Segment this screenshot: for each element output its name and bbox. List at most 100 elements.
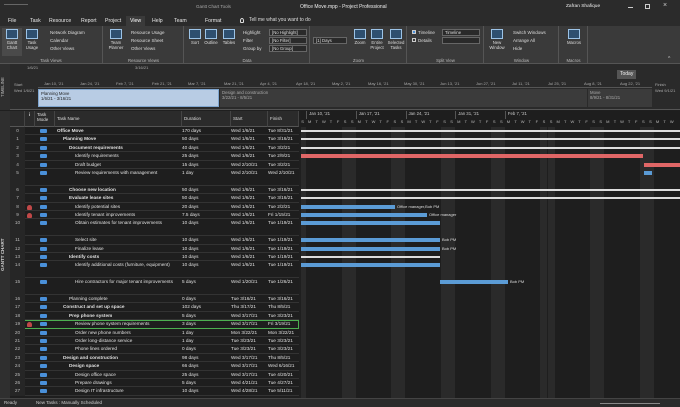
summary-bar[interactable]: [301, 256, 440, 258]
duration-column-header[interactable]: Duration: [182, 111, 231, 127]
task-usage-button[interactable]: Task Usage: [22, 28, 42, 56]
info-cell[interactable]: [25, 303, 35, 311]
info-cell[interactable]: [25, 127, 35, 135]
switch-windows-button[interactable]: Switch Windows: [513, 29, 546, 36]
task-name-cell[interactable]: Planning Move: [55, 135, 181, 143]
finish-cell[interactable]: Tue 1/26/21: [268, 278, 299, 295]
task-mode-cell[interactable]: [35, 186, 54, 194]
duration-cell[interactable]: 1 day: [182, 337, 230, 345]
table-row[interactable]: 16 Planning complete 0 days Tue 3/16/21 Tue …: [10, 295, 299, 304]
table-row[interactable]: 20 Order new phone numbers 1 day Mon 3/22/2…: [10, 328, 299, 337]
task-name-cell[interactable]: Identify costs: [55, 253, 181, 261]
duration-cell[interactable]: 102 days: [182, 303, 230, 311]
table-row[interactable]: 25 Design office space 25 days Wed 3/17/21 T…: [10, 370, 299, 379]
task-mode-cell[interactable]: [35, 144, 54, 152]
info-cell[interactable]: [25, 152, 35, 160]
duration-cell[interactable]: 170 days: [182, 127, 230, 135]
task-name-cell[interactable]: Design and construction: [55, 354, 181, 362]
group-by-button[interactable]: Group by: [243, 45, 262, 52]
row-number[interactable]: 17: [10, 303, 25, 312]
outline-button[interactable]: Outline: [201, 28, 221, 56]
info-cell[interactable]: [25, 345, 35, 353]
table-row[interactable]: 24 Design space 66 days Wed 3/17/21 Wed 6/16…: [10, 362, 299, 371]
start-cell[interactable]: Wed 2/10/21: [231, 169, 267, 186]
task-mode-cell[interactable]: [35, 337, 54, 345]
task-mode-cell[interactable]: [35, 320, 54, 328]
duration-cell[interactable]: 25 days: [182, 152, 230, 160]
table-row[interactable]: 13 Identify costs 10 days Wed 1/6/21 Tue 1/1…: [10, 253, 299, 262]
start-cell[interactable]: Wed 3/17/21: [231, 371, 267, 379]
task-mode-cell[interactable]: [35, 135, 54, 143]
task-name-column-header[interactable]: Task Name: [55, 111, 182, 127]
gantt-chart-button[interactable]: Gantt Chart: [2, 28, 22, 56]
duration-cell[interactable]: 20 days: [182, 203, 230, 211]
info-cell[interactable]: [25, 245, 35, 253]
finish-cell[interactable]: Wed 2/10/21: [268, 169, 299, 186]
duration-cell[interactable]: 50 days: [182, 194, 230, 202]
task-mode-cell[interactable]: [35, 169, 54, 186]
table-row[interactable]: 18 Prep phone system 5 days Wed 3/17/21 Tue …: [10, 311, 299, 321]
task-mode-cell[interactable]: [35, 211, 54, 219]
task-bar[interactable]: [440, 280, 508, 285]
table-row[interactable]: 27 Design IT infrastructure 10 days Wed 4/2…: [10, 387, 299, 396]
start-cell[interactable]: Wed 1/6/21: [231, 194, 267, 202]
start-column-header[interactable]: Start: [231, 111, 268, 127]
info-cell[interactable]: [25, 135, 35, 143]
task-bar[interactable]: [301, 213, 427, 217]
duration-cell[interactable]: 5 days: [182, 312, 230, 320]
duration-cell[interactable]: 10 days: [182, 387, 230, 395]
task-mode-cell[interactable]: [35, 354, 54, 362]
duration-cell[interactable]: 50 days: [182, 135, 230, 143]
tell-me-search[interactable]: Tell me what you want to do: [249, 17, 311, 23]
start-cell[interactable]: Wed 1/6/21: [231, 219, 267, 236]
task-mode-cell[interactable]: [35, 295, 54, 303]
new-tasks-mode[interactable]: New Tasks : Manually Scheduled: [36, 399, 102, 407]
summary-bar[interactable]: [301, 130, 680, 132]
start-cell[interactable]: Wed 1/6/21: [231, 127, 267, 135]
finish-cell[interactable]: Fri 3/19/21: [268, 320, 299, 328]
details-select[interactable]: [442, 37, 480, 44]
task-name-cell[interactable]: Identify additional costs (furniture, eq…: [55, 261, 181, 278]
finish-cell[interactable]: Tue 1/19/21: [268, 236, 299, 244]
timeline-pane[interactable]: 1/6/21 3/16/21 Today Start Wed 1/6/21 Fi…: [0, 64, 680, 110]
table-row[interactable]: 9 Identify tenant improvements 7.5 days Wed…: [10, 211, 299, 220]
timeline-bar-design[interactable]: Design and construction 3/22/21 - 8/5/21: [220, 89, 587, 107]
start-cell[interactable]: Thu 3/17/21: [231, 303, 267, 311]
finish-cell[interactable]: Tue 2/9/21: [268, 152, 299, 160]
start-cell[interactable]: Tue 3/23/21: [231, 345, 267, 353]
minimize-icon[interactable]: [628, 7, 633, 8]
start-cell[interactable]: Wed 1/6/21: [231, 203, 267, 211]
task-mode-cell[interactable]: [35, 261, 54, 278]
row-number[interactable]: 22: [10, 345, 25, 354]
table-row[interactable]: 5 Review requirements with management 1 da…: [10, 169, 299, 186]
info-cell[interactable]: [25, 169, 35, 186]
table-row[interactable]: 21 Order long-distance service 1 day Tue 3/…: [10, 337, 299, 346]
info-cell[interactable]: [25, 186, 35, 194]
finish-cell[interactable]: Wed 6/16/21: [268, 362, 299, 370]
timeline-select[interactable]: Timeline: [442, 29, 480, 36]
info-cell[interactable]: [25, 371, 35, 379]
network-diagram-button[interactable]: Network Diagram: [50, 29, 85, 36]
start-cell[interactable]: Wed 1/6/21: [231, 261, 267, 278]
duration-cell[interactable]: 10 days: [182, 236, 230, 244]
task-mode-cell[interactable]: [35, 312, 54, 320]
start-cell[interactable]: Wed 3/17/21: [231, 354, 267, 362]
row-number[interactable]: 23: [10, 353, 25, 363]
row-number[interactable]: 3: [10, 152, 25, 161]
maximize-icon[interactable]: [645, 4, 650, 9]
row-number[interactable]: 27: [10, 387, 25, 396]
info-cell[interactable]: [25, 295, 35, 303]
arrange-all-button[interactable]: Arrange All: [513, 37, 535, 44]
task-bar[interactable]: [301, 221, 440, 226]
start-cell[interactable]: Mon 3/22/21: [231, 329, 267, 337]
row-number[interactable]: 1: [10, 135, 25, 144]
task-name-cell[interactable]: Design office space: [55, 371, 181, 379]
row-number[interactable]: 10: [10, 219, 25, 237]
task-bar[interactable]: [301, 263, 440, 268]
finish-cell[interactable]: Tue 2/2/21: [268, 203, 299, 211]
row-number[interactable]: 12: [10, 244, 25, 253]
finish-cell[interactable]: Tue 3/16/21: [268, 295, 299, 303]
start-cell[interactable]: Wed 1/6/21: [231, 152, 267, 160]
summary-bar[interactable]: [301, 138, 680, 141]
timeline-bar-move[interactable]: Move 8/9/21 - 8/31/21: [588, 89, 652, 107]
